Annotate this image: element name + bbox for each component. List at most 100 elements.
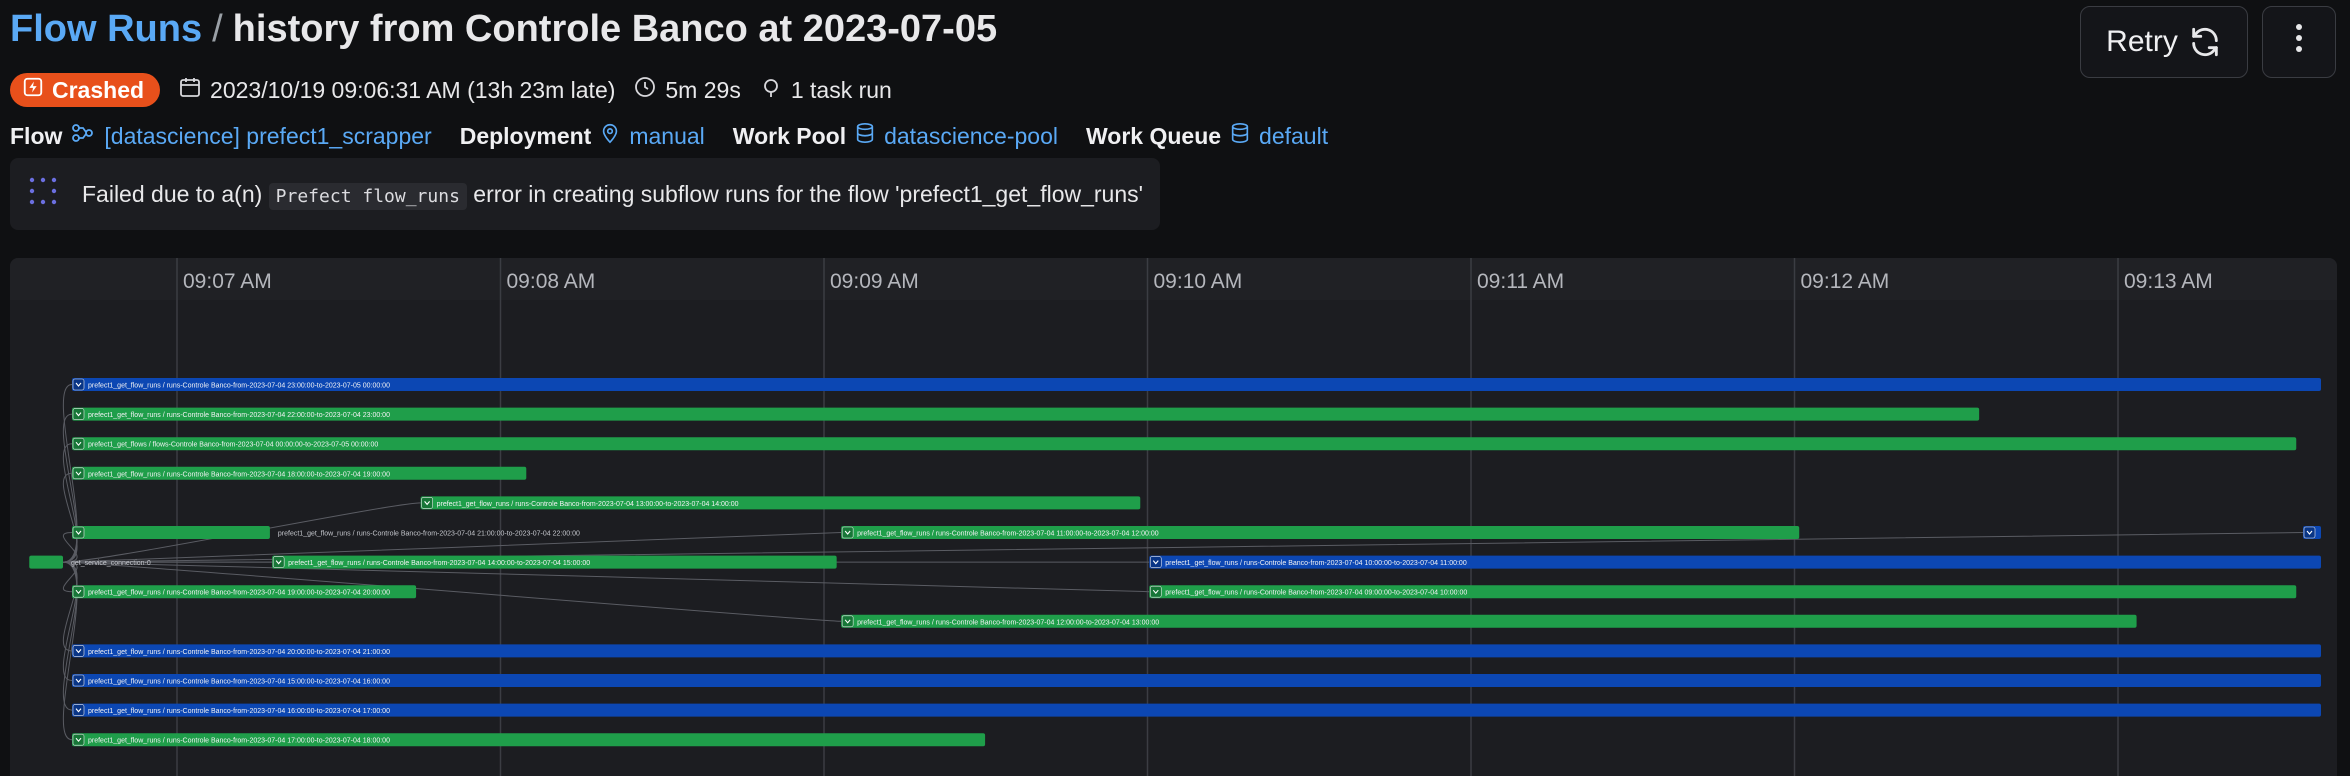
- more-options-button[interactable]: [2262, 6, 2336, 78]
- expand-chevron-box[interactable]: [72, 437, 85, 450]
- expand-chevron-box[interactable]: [2303, 526, 2316, 539]
- state-label: Crashed: [52, 76, 145, 103]
- expand-chevron-box[interactable]: [72, 467, 85, 480]
- dots-grid-icon: [28, 176, 58, 212]
- timeline-bar-label: prefect1_get_flow_runs / runs-Controle B…: [88, 412, 390, 419]
- expand-chevron-box[interactable]: [1149, 585, 1162, 598]
- state-message-text: Failed due to a(n) Prefect flow_runs err…: [82, 180, 1144, 210]
- expand-chevron-box[interactable]: [1149, 556, 1162, 568]
- expand-chevron-box[interactable]: [72, 585, 85, 598]
- duration-text: 5m 29s: [665, 76, 741, 103]
- timeline-node[interactable]: prefect1_get_flow_runs / runs-Controle B…: [72, 733, 986, 747]
- flow-icon: [70, 121, 96, 151]
- duration: 5m 29s: [633, 75, 741, 105]
- timeline-node[interactable]: prefect1_get_flow_runs / runs-Controle B…: [72, 526, 580, 539]
- timeline-bar[interactable]: [29, 555, 64, 569]
- expand-chevron-box[interactable]: [72, 645, 85, 657]
- flow-label: Flow: [10, 122, 63, 149]
- timeline-node[interactable]: prefect1_get_flow_runs / runs-Controle B…: [72, 644, 2321, 658]
- message-after: error in creating subflow runs for the f…: [473, 180, 1144, 207]
- timeline-bar-label: prefect1_get_flow_runs / runs-Controle B…: [88, 679, 390, 686]
- expand-chevron-box[interactable]: [72, 674, 85, 687]
- timeline-node[interactable]: prefect1_get_flow_runs / runs-Controle B…: [72, 674, 2321, 687]
- timeline-tick-label: 09:13 AM: [2124, 270, 2213, 293]
- deployment-link[interactable]: manual: [629, 123, 704, 150]
- expand-chevron-box[interactable]: [421, 497, 433, 509]
- expand-chevron-box[interactable]: [72, 704, 85, 716]
- header-actions: Retry: [2080, 6, 2336, 78]
- work-pool-link[interactable]: datascience-pool: [884, 123, 1058, 150]
- timeline-node[interactable]: get_service_connection-0: [29, 555, 151, 569]
- flow-run-meta: Crashed 2023/10/19 09:06:31 AM (13h 23m …: [10, 72, 892, 108]
- message-before: Failed due to a(n): [82, 180, 263, 207]
- timeline-bar-label: prefect1_get_flow_runs / runs-Controle B…: [88, 590, 390, 597]
- task-run-count-text: 1 task run: [790, 76, 892, 103]
- timeline-bar-label: prefect1_get_flow_runs / runs-Controle B…: [1165, 560, 1467, 567]
- flow-link[interactable]: [datascience] prefect1_scrapper: [104, 123, 431, 150]
- timeline-node[interactable]: prefect1_get_flow_runs / runs-Controle B…: [72, 378, 2321, 391]
- timeline-edge: [62, 472, 78, 563]
- timeline-bar-label: prefect1_get_flow_runs / runs-Controle B…: [1165, 590, 1467, 597]
- timeline-bar-label: prefect1_get_flow_runs / runs-Controle B…: [88, 383, 390, 390]
- timeline-bar[interactable]: [72, 703, 2321, 717]
- clock-icon: [633, 75, 657, 105]
- task-run-icon: [759, 75, 783, 105]
- timeline-node[interactable]: prefect1_get_flow_runs / runs-Controle B…: [72, 407, 1980, 421]
- timeline-node[interactable]: prefect1_get_flow_runs / runs-Controle B…: [72, 585, 417, 599]
- refresh-icon: [2188, 25, 2222, 59]
- expand-chevron-box[interactable]: [272, 556, 285, 568]
- start-time: 2023/10/19 09:06:31 AM (13h 23m late): [178, 75, 615, 105]
- timeline-bar-label: prefect1_get_flow_runs / runs-Controle B…: [857, 619, 1159, 626]
- timeline-node[interactable]: prefect1_get_flow_runs / runs-Controle B…: [1149, 555, 2321, 569]
- timeline-node[interactable]: prefect1_get_flow_runs / runs-Controle B…: [420, 496, 1141, 510]
- expand-chevron-box[interactable]: [841, 526, 854, 539]
- breadcrumb-flow-runs[interactable]: Flow Runs: [10, 8, 202, 50]
- queue-database-icon: [1229, 121, 1251, 151]
- timeline-canvas[interactable]: 09:07 AM 09:08 AM 09:09 AM 09:10 AM 09:11 AM…: [10, 258, 2337, 776]
- vertical-dots-icon: [2294, 23, 2304, 61]
- expand-chevron-box[interactable]: [72, 733, 85, 746]
- timeline-node[interactable]: prefect1_get_flow_runs / runs-Controle B…: [72, 466, 527, 480]
- flow-run-name: history from Controle Banco at 2023-07-0…: [232, 8, 998, 50]
- timeline-edge: [62, 561, 78, 652]
- flow-run-details: Flow [datascience] prefect1_scrapper Dep…: [10, 118, 1328, 154]
- timeline-bar-label: prefect1_get_flow_runs / runs-Controle B…: [288, 560, 590, 567]
- timeline-bar[interactable]: [72, 644, 2321, 658]
- timeline-bar-label: prefect1_get_flow_runs / runs-Controle B…: [278, 531, 580, 538]
- timeline-node[interactable]: prefect1_get_flow_runs / runs-Controle B…: [272, 555, 837, 569]
- bolt-icon: [22, 76, 44, 104]
- timeline-tick-label: 09:07 AM: [183, 270, 272, 293]
- timeline-tick-label: 09:11 AM: [1477, 270, 1564, 293]
- timeline-bar-label: prefect1_get_flow_runs / runs-Controle B…: [88, 708, 390, 715]
- retry-button[interactable]: Retry: [2080, 6, 2248, 78]
- expand-chevron-box[interactable]: [72, 408, 85, 420]
- timeline-node[interactable]: prefect1_get_flow_runs / runs-Controle B…: [841, 614, 2137, 628]
- deployment-label: Deployment: [459, 122, 592, 149]
- work-pool-label: Work Pool: [732, 122, 847, 149]
- timeline-node[interactable]: [2303, 526, 2321, 539]
- expand-chevron-box[interactable]: [72, 526, 85, 539]
- timeline-bar[interactable]: [72, 378, 2321, 391]
- timeline-node[interactable]: prefect1_get_flow_runs / runs-Controle B…: [72, 703, 2321, 717]
- timeline-bar-label: prefect1_get_flow_runs / runs-Controle B…: [88, 649, 390, 656]
- timeline-bar[interactable]: [72, 437, 2297, 451]
- state-badge: Crashed: [10, 73, 161, 107]
- expand-chevron-box[interactable]: [841, 615, 854, 628]
- timeline-bar-label: prefect1_get_flow_runs / runs-Controle B…: [88, 738, 390, 745]
- calendar-icon: [178, 75, 202, 105]
- breadcrumb-separator: /: [212, 8, 223, 50]
- timeline-bar[interactable]: [72, 674, 2321, 687]
- timeline-bar-label: get_service_connection-0: [71, 560, 151, 567]
- timeline-bar[interactable]: [72, 526, 270, 539]
- work-pool-detail: Work Pool datascience-pool: [733, 121, 1058, 151]
- flow-run-timeline[interactable]: 09:07 AM 09:08 AM 09:09 AM 09:10 AM 09:11 AM…: [10, 258, 2337, 776]
- timeline-bar-label: prefect1_get_flow_runs / runs-Controle B…: [437, 501, 739, 508]
- timeline-tick-label: 09:09 AM: [830, 270, 919, 293]
- expand-chevron-box[interactable]: [72, 378, 85, 391]
- page-title: Flow Runs / history from Controle Banco at…: [10, 8, 997, 51]
- work-queue-link[interactable]: default: [1259, 123, 1328, 150]
- timeline-node[interactable]: prefect1_get_flow_runs / runs-Controle B…: [841, 526, 1800, 539]
- timeline-node[interactable]: prefect1_get_flow_runs / runs-Controle B…: [1149, 585, 2297, 599]
- timeline-node[interactable]: prefect1_get_flows / flows-Controle Banc…: [72, 437, 2297, 451]
- task-run-count[interactable]: 1 task run: [759, 75, 892, 105]
